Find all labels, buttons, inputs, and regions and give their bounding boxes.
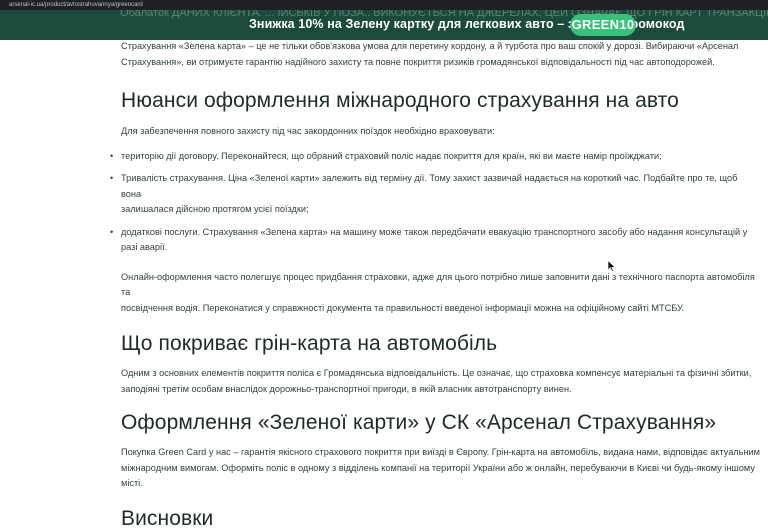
bullet-icon: • <box>110 226 114 237</box>
promo-banner[interactable]: Обалаток ДАНИХ КЛІЄНТА. ... ІЙСЬКІВ У ПО… <box>0 10 768 40</box>
promo-code-button[interactable]: GREEN10 <box>570 14 636 36</box>
arsenal-line-2: міжнародним вимогам. Оформіть поліс в од… <box>121 462 755 489</box>
coverage-line-2: заподіяні третім особам внаслідок дорожн… <box>121 383 572 394</box>
url-text: arsenal-ic.ua/product/avtostrahuvannya/g… <box>9 2 143 8</box>
nuances-outro: Онлайн-оформлення часто полегшує процес … <box>121 270 761 317</box>
list-item: • додаткові послуги. Страхування «Зелена… <box>110 225 750 256</box>
list-item-line-1: Тривалість страхування. Ціна «Зеленої ка… <box>121 173 738 199</box>
list-item-line-2: разі аварії. <box>121 242 168 252</box>
arsenal-paragraph: Покупка Green Card у нас – гарантія якіс… <box>121 445 761 492</box>
coverage-paragraph: Одним з основних елементів покриття полі… <box>121 366 761 397</box>
browser-url-bar[interactable]: arsenal-ic.ua/product/avtostrahuvannya/g… <box>0 0 768 10</box>
list-item: • територію дії договору. Переконайтеся,… <box>110 149 750 165</box>
intro-line-1: Страхування «Зелена карта» – це не тільк… <box>121 41 739 51</box>
coverage-line-1: Одним з основних елементів покриття полі… <box>121 368 752 378</box>
nuances-list: • територію дії договору. Переконайтеся,… <box>110 149 750 256</box>
outro-line-2: посвідчення водія. Переконатися у справж… <box>121 302 685 313</box>
bullet-icon: • <box>110 173 114 183</box>
arsenal-line-1: Покупка Green Card у нас – гарантія якіс… <box>121 447 760 457</box>
section-heading-arsenal: Оформлення «Зеленої карти» у СК «Арсенал… <box>121 411 717 434</box>
bullet-icon: • <box>110 150 114 161</box>
outro-line-1: Онлайн-оформлення часто полегшує процес … <box>121 271 755 298</box>
article-content: Страхування «Зелена карта» – це не тільк… <box>110 39 761 532</box>
section-heading-conclusions: Висновки <box>121 506 214 530</box>
list-item-line-1: територію дії договору. Переконайтеся, щ… <box>121 150 662 161</box>
list-item: • Тривалість страхування. Ціна «Зеленої … <box>110 171 750 218</box>
section-heading-nuances: Нюанси оформлення міжнародного страхуван… <box>121 89 679 112</box>
nuances-lead: Для забезпечення повного захисту під час… <box>121 126 495 136</box>
intro-line-2: Страхування», ви отримуєте гарантію наді… <box>121 56 715 67</box>
intro-paragraph: Страхування «Зелена карта» – це не тільк… <box>121 39 761 70</box>
mouse-pointer-icon <box>607 260 616 272</box>
list-item-line-2: залишалася дійсною протягом усієї поїздк… <box>121 204 309 214</box>
section-heading-coverage: Що покриває грін-карта на автомобіль <box>121 332 498 355</box>
list-item-line-1: додаткові послуги. Страхування «Зелена к… <box>121 226 748 237</box>
